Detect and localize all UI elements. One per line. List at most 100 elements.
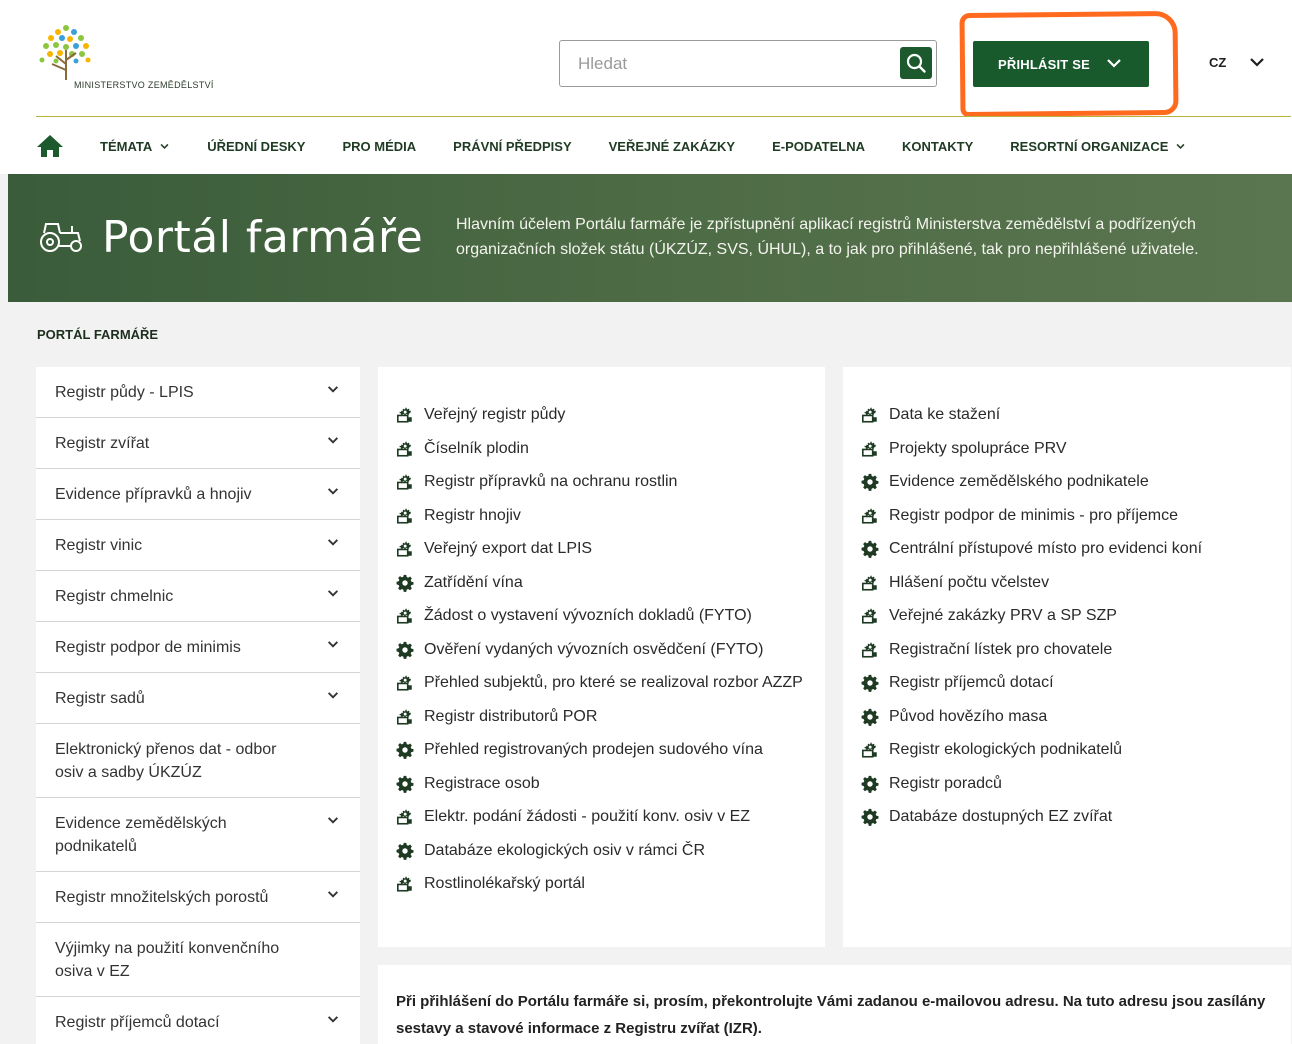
breadcrumb: PORTÁL FARMÁŘE xyxy=(37,327,159,342)
sidebar-item[interactable]: Registr zvířat xyxy=(36,418,360,469)
app-link[interactable]: Veřejné zakázky PRV a SP SZP xyxy=(861,604,1291,627)
nav-item-1[interactable]: ÚŘEDNÍ DESKY xyxy=(207,139,305,154)
app-link[interactable]: Zatřídění vína xyxy=(396,571,825,594)
sidebar-item[interactable]: Registr množitelských porostů xyxy=(36,872,360,923)
language-selector[interactable]: CZ xyxy=(1209,55,1226,70)
nav-item-label: ÚŘEDNÍ DESKY xyxy=(207,138,306,154)
app-link[interactable]: Databáze ekologických osiv v rámci ČR xyxy=(396,839,825,862)
app-link[interactable]: Registr příjemců dotací xyxy=(861,671,1291,694)
nav-item-4[interactable]: VEŘEJNÉ ZAKÁZKY xyxy=(609,139,735,154)
main-nav: TÉMATA ÚŘEDNÍ DESKY PRO MÉDIA PRÁVNÍ PŘEDPI… xyxy=(36,130,1223,162)
public-app-icon xyxy=(861,742,877,758)
public-app-icon xyxy=(861,441,877,457)
app-link[interactable]: Původ hovězího masa xyxy=(861,705,1291,728)
chevron-down-icon[interactable] xyxy=(326,588,340,599)
app-link-label: Databáze ekologických osiv v rámci ČR xyxy=(424,841,705,859)
app-link[interactable]: Přehled registrovaných prodejen sudového… xyxy=(396,738,825,761)
chevron-down-icon xyxy=(1107,59,1121,68)
nav-item-2[interactable]: PRO MÉDIA xyxy=(342,139,416,154)
app-link[interactable]: Registr ekologických podnikatelů xyxy=(861,738,1291,761)
app-list-right: Data ke stažení Projekty spolupráce PRV Ev… xyxy=(843,367,1291,828)
sidebar-item-label: Evidence přípravků a hnojiv xyxy=(55,486,252,503)
sidebar-item[interactable]: Registr chmelnic xyxy=(36,571,360,622)
sidebar-item[interactable]: Evidence zemědělských podnikatelů xyxy=(36,798,360,872)
app-link[interactable]: Centrální přístupové místo pro evidenci … xyxy=(861,537,1291,560)
app-link[interactable]: Registr hnojiv xyxy=(396,504,825,527)
nav-item-label: PRÁVNÍ PŘEDPISY xyxy=(453,138,572,154)
gear-icon xyxy=(861,708,879,726)
app-link-label: Číselník plodin xyxy=(424,439,529,457)
app-link[interactable]: Registrační lístek pro chovatele xyxy=(861,638,1291,661)
app-link[interactable]: Hlášení počtu včelstev xyxy=(861,571,1291,594)
gear-icon xyxy=(396,775,414,793)
sidebar-item[interactable]: Registr sadů xyxy=(36,673,360,724)
chevron-down-icon[interactable] xyxy=(326,435,340,446)
nav-item-label: PRO MÉDIA xyxy=(342,138,417,154)
app-link[interactable]: Veřejný registr půdy xyxy=(396,403,825,426)
app-link-label: Registrace osob xyxy=(424,774,540,792)
app-link[interactable]: Projekty spolupráce PRV xyxy=(861,437,1291,460)
public-app-icon xyxy=(396,675,412,691)
app-link[interactable]: Registr poradců xyxy=(861,772,1291,795)
sidebar-item-label: Registr sadů xyxy=(55,690,145,707)
sidebar-item[interactable]: Registr půdy - LPIS xyxy=(36,367,360,418)
app-link[interactable]: Registr distributorů POR xyxy=(396,705,825,728)
app-link[interactable]: Databáze dostupných EZ zvířat xyxy=(861,805,1291,828)
chevron-down-icon[interactable] xyxy=(326,690,340,701)
search-input[interactable] xyxy=(560,41,890,86)
sidebar-item[interactable]: Registr vinic xyxy=(36,520,360,571)
login-button[interactable]: PŘIHLÁSIT SE xyxy=(973,41,1149,87)
nav-item-label: RESORTNÍ ORGANIZACE xyxy=(1010,138,1169,154)
sidebar-item-label: Výjimky na použití konvenčního osiva v E… xyxy=(55,940,280,980)
sidebar-item[interactable]: Registr příjemců dotací xyxy=(36,997,360,1044)
chevron-down-icon[interactable] xyxy=(326,1014,340,1025)
chevron-down-icon[interactable] xyxy=(326,486,340,497)
public-app-icon xyxy=(861,407,877,423)
search-button[interactable] xyxy=(900,47,932,79)
app-link[interactable]: Ověření vydaných vývozních osvědčení (FY… xyxy=(396,638,825,661)
sidebar-item-label: Registr podpor de minimis xyxy=(55,639,241,656)
chevron-down-icon[interactable] xyxy=(326,815,340,826)
chevron-down-icon[interactable] xyxy=(326,639,340,650)
app-link[interactable]: Žádost o vystavení vývozních dokladů (FY… xyxy=(396,604,825,627)
gear-icon xyxy=(396,741,414,759)
app-link-label: Registrační lístek pro chovatele xyxy=(889,640,1113,658)
nav-item-0[interactable]: TÉMATA xyxy=(100,139,170,154)
app-link-label: Elektr. podání žádosti - použití konv. o… xyxy=(424,808,751,825)
public-app-icon xyxy=(396,508,412,524)
chevron-down-icon[interactable] xyxy=(1249,56,1265,68)
nav-item-6[interactable]: KONTAKTY xyxy=(902,139,973,154)
sidebar-item[interactable]: Evidence přípravků a hnojiv xyxy=(36,469,360,520)
app-link[interactable]: Evidence zemědělského podnikatele xyxy=(861,470,1291,493)
app-link[interactable]: Veřejný export dat LPIS xyxy=(396,537,825,560)
nav-item-3[interactable]: PRÁVNÍ PŘEDPISY xyxy=(453,139,571,154)
app-link[interactable]: Rostlinolékařský portál xyxy=(396,872,825,895)
app-link[interactable]: Přehled subjektů, pro které se realizova… xyxy=(396,671,825,694)
home-link[interactable] xyxy=(36,133,66,159)
app-link[interactable]: Elektr. podání žádosti - použití konv. o… xyxy=(396,805,825,828)
page-title: Portál farmáře xyxy=(102,212,424,263)
sidebar-item[interactable]: Výjimky na použití konvenčního osiva v E… xyxy=(36,923,360,997)
sidebar-item-label: Elektronický přenos dat - odbor osiv a s… xyxy=(55,741,277,781)
chevron-down-icon[interactable] xyxy=(326,889,340,900)
public-app-icon xyxy=(396,809,412,825)
nav-item-5[interactable]: E-PODATELNA xyxy=(772,139,865,154)
nav-item-7[interactable]: RESORTNÍ ORGANIZACE xyxy=(1010,139,1186,154)
sidebar-item[interactable]: Registr podpor de minimis xyxy=(36,622,360,673)
public-app-icon xyxy=(396,541,412,557)
app-link[interactable]: Registr přípravků na ochranu rostlin xyxy=(396,470,825,493)
app-link[interactable]: Registrace osob xyxy=(396,772,825,795)
app-link[interactable]: Číselník plodin xyxy=(396,437,825,460)
app-link-label: Registr poradců xyxy=(889,774,1002,792)
sidebar-item[interactable]: Elektronický přenos dat - odbor osiv a s… xyxy=(36,724,360,798)
ministry-logo[interactable]: Ministerstvo zemědělství xyxy=(36,20,226,92)
app-link-label: Rostlinolékařský portál xyxy=(424,875,585,892)
app-link-label: Registr příjemců dotací xyxy=(889,674,1054,691)
public-app-icon xyxy=(396,608,412,624)
nav-item-label: VEŘEJNÉ ZAKÁZKY xyxy=(608,138,736,154)
app-link[interactable]: Data ke stažení xyxy=(861,403,1291,426)
app-link[interactable]: Registr podpor de minimis - pro příjemce xyxy=(861,504,1291,527)
chevron-down-icon[interactable] xyxy=(326,537,340,548)
chevron-down-icon[interactable] xyxy=(326,384,340,395)
public-app-icon xyxy=(396,709,412,725)
